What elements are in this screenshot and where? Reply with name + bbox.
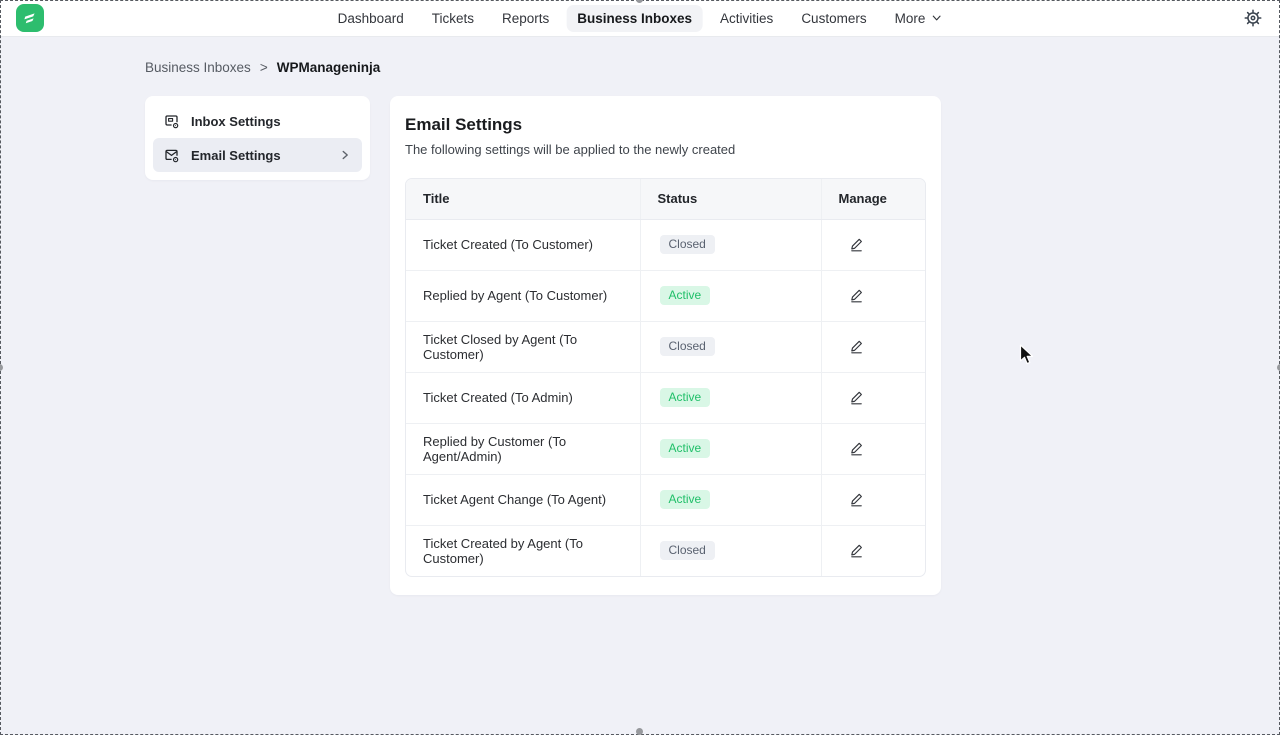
edit-pencil-button[interactable] xyxy=(846,489,867,510)
nav-item-tickets[interactable]: Tickets xyxy=(421,5,485,32)
row-title: Ticket Closed by Agent (To Customer) xyxy=(423,332,577,362)
panel-title: Email Settings xyxy=(405,115,926,135)
breadcrumb-parent-link[interactable]: Business Inboxes xyxy=(145,60,251,75)
chevron-right-icon xyxy=(338,148,352,162)
pencil-icon xyxy=(849,237,864,252)
row-title: Replied by Customer (To Agent/Admin) xyxy=(423,434,566,464)
sidebar-item-inbox-settings[interactable]: Inbox Settings xyxy=(153,104,362,138)
sidebar-item-label: Inbox Settings xyxy=(191,114,281,129)
email-settings-icon xyxy=(163,147,180,164)
capture-handle-bottom[interactable] xyxy=(636,728,643,735)
nav-item-label: Business Inboxes xyxy=(577,11,692,26)
status-badge: Active xyxy=(660,286,711,305)
edit-pencil-button[interactable] xyxy=(846,285,867,306)
main-nav: Dashboard Tickets Reports Business Inboxes A… xyxy=(327,5,954,32)
fluent-support-logo-icon xyxy=(22,10,38,26)
edit-pencil-button[interactable] xyxy=(846,540,867,561)
top-navbar: Dashboard Tickets Reports Business Inboxes A… xyxy=(0,0,1280,37)
pencil-icon xyxy=(849,288,864,303)
table-row: Ticket Created by Agent (To Customer) Cl… xyxy=(406,525,925,576)
nav-item-label: More xyxy=(895,11,926,26)
edit-pencil-button[interactable] xyxy=(846,234,867,255)
edit-pencil-button[interactable] xyxy=(846,336,867,357)
email-settings-table: Title Status Manage Ticket Created (To C… xyxy=(406,179,925,576)
pencil-icon xyxy=(849,390,864,405)
nav-item-label: Activities xyxy=(720,11,773,26)
nav-item-activities[interactable]: Activities xyxy=(709,5,784,32)
status-badge: Active xyxy=(660,490,711,509)
table-row: Ticket Created (To Customer) Closed xyxy=(406,219,925,270)
status-badge: Closed xyxy=(660,541,715,560)
edit-pencil-button[interactable] xyxy=(846,438,867,459)
pencil-icon xyxy=(849,339,864,354)
email-settings-panel: Email Settings The following settings wi… xyxy=(390,96,941,595)
gear-icon xyxy=(1244,9,1262,27)
nav-item-customers[interactable]: Customers xyxy=(790,5,877,32)
column-header-title: Title xyxy=(406,179,640,219)
nav-item-label: Dashboard xyxy=(338,11,404,26)
email-settings-table-wrap: Title Status Manage Ticket Created (To C… xyxy=(405,178,926,577)
status-badge: Active xyxy=(660,439,711,458)
row-title: Replied by Agent (To Customer) xyxy=(423,288,607,303)
sidebar-item-email-settings[interactable]: Email Settings xyxy=(153,138,362,172)
status-badge: Closed xyxy=(660,337,715,356)
nav-item-business-inboxes[interactable]: Business Inboxes xyxy=(566,5,703,32)
table-header-row: Title Status Manage xyxy=(406,179,925,219)
table-body: Ticket Created (To Customer) Closed Repl… xyxy=(406,219,925,576)
breadcrumb-separator: > xyxy=(260,60,268,75)
settings-sidebar: Inbox Settings Email Settings xyxy=(145,96,370,180)
row-title: Ticket Agent Change (To Agent) xyxy=(423,492,606,507)
table-row: Ticket Agent Change (To Agent) Active xyxy=(406,474,925,525)
chevron-down-icon xyxy=(930,12,942,24)
table-row: Ticket Closed by Agent (To Customer) Clo… xyxy=(406,321,925,372)
nav-item-reports[interactable]: Reports xyxy=(491,5,560,32)
status-badge: Active xyxy=(660,388,711,407)
breadcrumb-current: WPManageninja xyxy=(277,60,381,75)
nav-item-more[interactable]: More xyxy=(884,5,954,32)
row-title: Ticket Created (To Admin) xyxy=(423,390,573,405)
row-title: Ticket Created by Agent (To Customer) xyxy=(423,536,583,566)
table-row: Replied by Customer (To Agent/Admin) Act… xyxy=(406,423,925,474)
settings-gear-button[interactable] xyxy=(1242,7,1264,29)
column-header-manage: Manage xyxy=(821,179,925,219)
nav-item-label: Tickets xyxy=(432,11,474,26)
pencil-icon xyxy=(849,492,864,507)
table-row: Ticket Created (To Admin) Active xyxy=(406,372,925,423)
row-title: Ticket Created (To Customer) xyxy=(423,237,593,252)
app-logo[interactable] xyxy=(16,4,44,32)
panel-subtitle: The following settings will be applied t… xyxy=(405,142,926,157)
pencil-icon xyxy=(849,441,864,456)
navbar-right xyxy=(1242,7,1264,29)
table-row: Replied by Agent (To Customer) Active xyxy=(406,270,925,321)
breadcrumb: Business Inboxes > WPManageninja xyxy=(145,60,1280,75)
nav-item-dashboard[interactable]: Dashboard xyxy=(327,5,415,32)
status-badge: Closed xyxy=(660,235,715,254)
nav-item-label: Reports xyxy=(502,11,549,26)
sidebar-item-label: Email Settings xyxy=(191,148,281,163)
column-header-status: Status xyxy=(640,179,821,219)
settings-layout: Inbox Settings Email Settings xyxy=(145,96,1280,595)
nav-item-label: Customers xyxy=(801,11,866,26)
inbox-settings-icon xyxy=(163,113,180,130)
edit-pencil-button[interactable] xyxy=(846,387,867,408)
pencil-icon xyxy=(849,543,864,558)
page-content: Business Inboxes > WPManageninja Inbox S… xyxy=(0,37,1280,595)
